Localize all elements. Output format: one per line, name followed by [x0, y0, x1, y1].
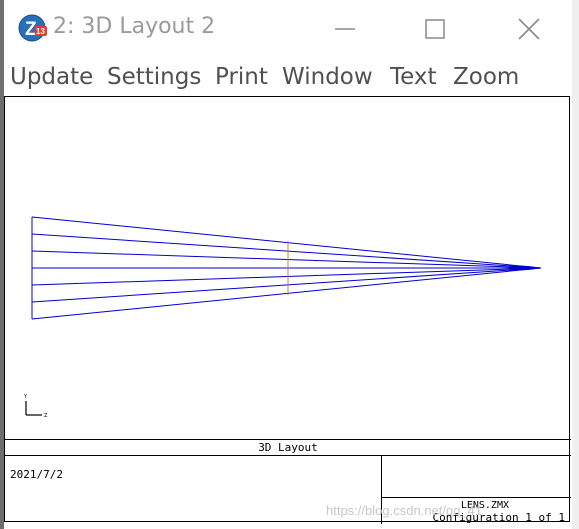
title-bar[interactable]: Z 13 2: 3D Layout 2 [4, 0, 572, 58]
ray-line [31, 267, 542, 303]
maximize-button[interactable] [412, 0, 458, 58]
ray-line [31, 267, 542, 320]
ray-line [31, 216, 542, 269]
plot-name: 3D Layout [5, 440, 571, 456]
zemax-app-icon: Z 13 [18, 13, 48, 43]
window-title: 2: 3D Layout 2 [53, 14, 216, 39]
plot-title-block: 3D Layout 2021/7/2 LENS.ZMX Configuratio… [5, 439, 571, 524]
menu-bar: Update Settings Print Window Text Zoom [4, 58, 572, 96]
ray-line [31, 267, 542, 286]
title-block-divider [381, 497, 571, 498]
window-right-edge [572, 0, 579, 529]
menu-update[interactable]: Update [10, 62, 93, 92]
app-icon-badge: 13 [36, 27, 45, 36]
layout-plot-area[interactable]: YZ 3D Layout 2021/7/2 LENS.ZMX Configura… [4, 96, 571, 524]
minimize-icon [335, 28, 355, 30]
menu-window[interactable]: Window [282, 62, 373, 92]
menu-settings[interactable]: Settings [107, 62, 201, 92]
axis-label-vertical: Y [23, 394, 28, 400]
minimize-button[interactable] [322, 0, 368, 58]
watermark-text: https://blog.csdn.net/qq_41 [326, 503, 483, 518]
focal-spot [508, 265, 536, 271]
menu-text[interactable]: Text [390, 62, 437, 92]
ray-line [31, 233, 542, 269]
plot-date: 2021/7/2 [10, 468, 63, 481]
menu-print[interactable]: Print [215, 62, 268, 92]
ray-trace-drawing: YZ [23, 216, 542, 419]
menu-zoom[interactable]: Zoom [453, 62, 519, 92]
axis-label-horizontal: Z [44, 413, 48, 419]
close-button[interactable] [506, 0, 552, 58]
close-icon [518, 18, 540, 40]
ray-line [31, 250, 542, 269]
maximize-icon [425, 19, 445, 39]
